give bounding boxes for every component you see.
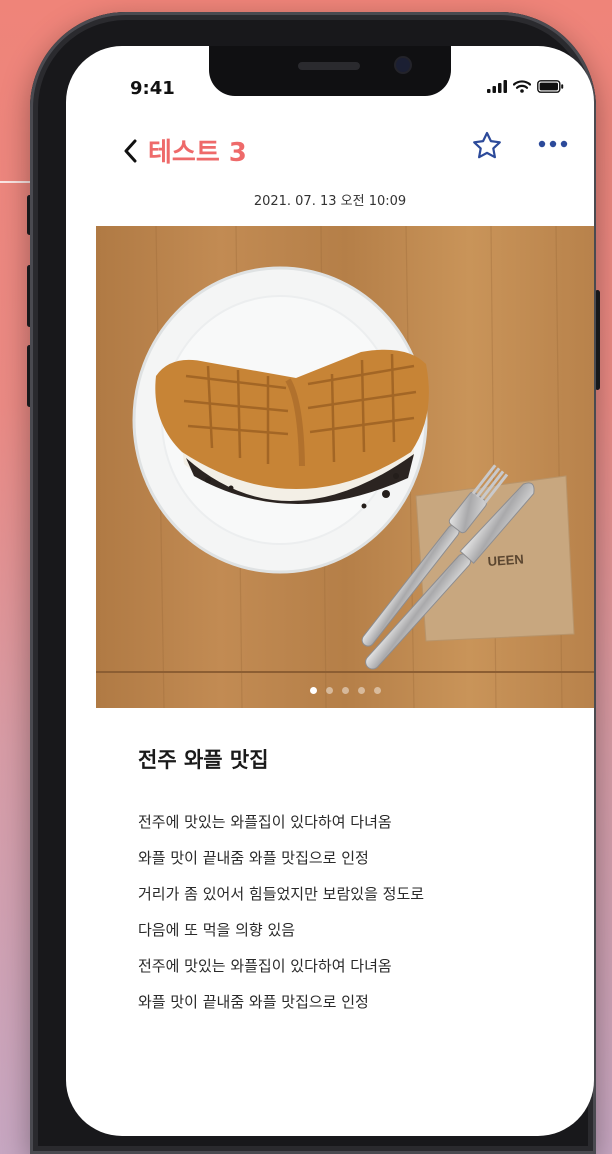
post-body-line: 와플 맛이 끝내줌 와플 맛집으로 인정 [138,993,369,1011]
wifi-icon [513,80,531,93]
more-horizontal-icon[interactable] [538,140,568,148]
post-datetime: 2021. 07. 13 오전 10:09 [253,194,407,209]
waffle-photo-image: UEEN [96,226,594,708]
speaker [298,62,360,70]
phone-frame: 9:41 테스트 3 2021. 07. 13 오전 10:09 UEEN 전주… [30,12,596,1154]
status-time: 9:41 [130,78,175,99]
carousel-dot[interactable] [341,687,349,694]
chevron-left-icon[interactable] [122,138,138,164]
notch [209,46,451,96]
top-bar: 테스트 3 [66,126,594,178]
post-body: 전주에 맛있는 와플집이 있다하여 다녀옴 와플 맛이 끝내줌 와플 맛집으로 … [138,804,424,1020]
carousel-indicator [96,687,594,694]
post-photo[interactable]: UEEN [96,226,594,708]
post-body-line: 전주에 맛있는 와플집이 있다하여 다녀옴 [138,957,392,975]
post-title: 전주 와플 맛집 [138,748,269,772]
post-body-line: 다음에 또 먹을 의향 있음 [138,921,296,939]
carousel-dot[interactable] [325,687,333,694]
post-body-line: 전주에 맛있는 와플집이 있다하여 다녀옴 [138,813,392,831]
battery-icon [537,80,564,93]
carousel-dot[interactable] [357,687,365,694]
app-screen: 9:41 테스트 3 2021. 07. 13 오전 10:09 UEEN 전주… [66,46,594,1136]
page-title: 테스트 3 [148,138,247,168]
post-body-line: 와플 맛이 끝내줌 와플 맛집으로 인정 [138,849,369,867]
status-icons [487,80,564,93]
signal-icon [487,80,507,93]
carousel-dot[interactable] [373,687,381,694]
post-body-line: 거리가 좀 있어서 힘들었지만 보람있을 정도로 [138,885,425,903]
star-outline-icon[interactable] [471,130,503,162]
carousel-dot[interactable] [309,687,317,694]
front-camera [396,58,410,72]
napkin-text: UEEN [487,552,524,569]
